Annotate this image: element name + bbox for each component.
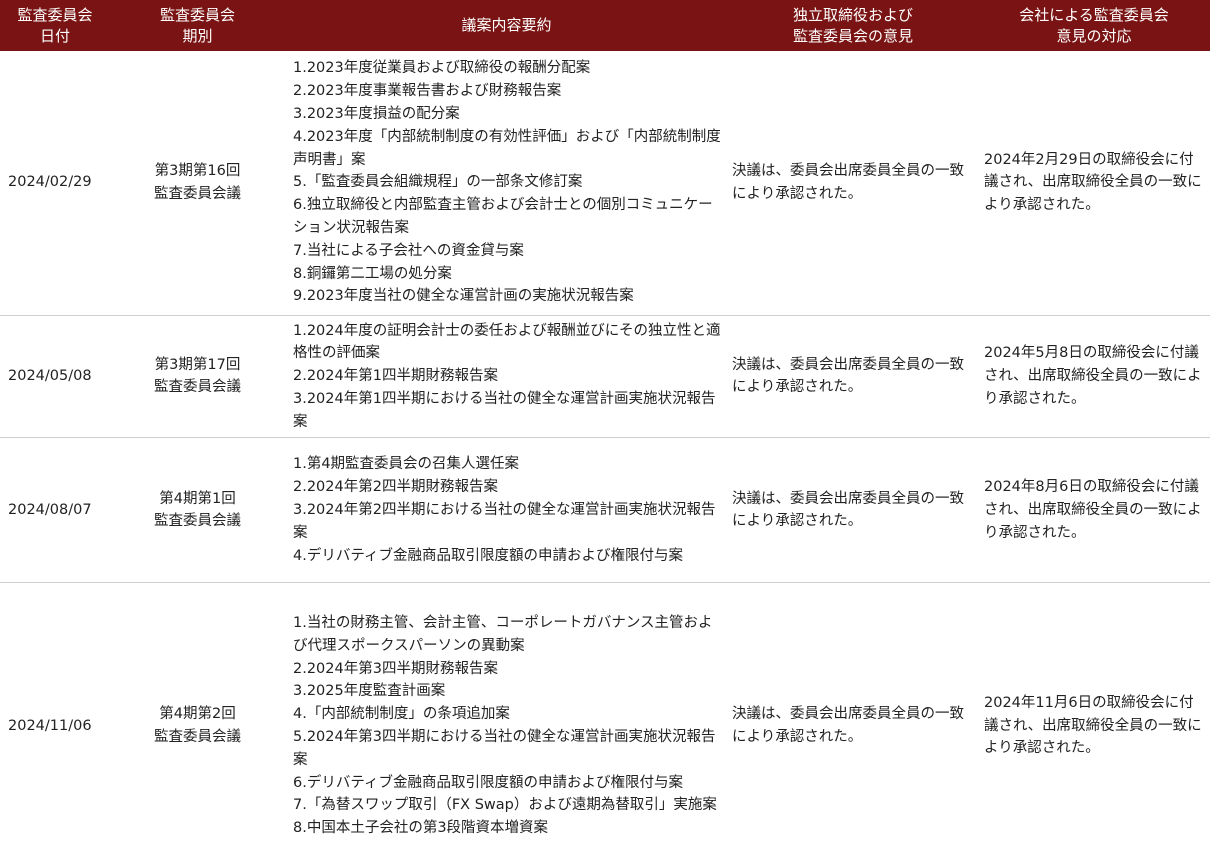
meeting-date: 2024/05/08 <box>0 315 110 439</box>
header-opinion: 独立取締役および 監査委員会の意見 <box>728 0 978 51</box>
committee-opinion: 決議は、委員会出席委員全員の一致により承認された。 <box>728 315 978 439</box>
agenda-item: 8.中国本土子会社の第3段階資本増資案 <box>293 820 549 837</box>
header-response-line1: 会社による監査委員会 <box>1019 5 1169 24</box>
header-opinion-line1: 独立取締役および <box>792 5 913 24</box>
committee-opinion: 決議は、委員会出席委員全員の一致により承認された。 <box>728 51 978 316</box>
agenda-item: 7.当社による子会社への資金貸与案 <box>293 242 524 259</box>
company-response: 2024年2月29日の取締役会に付議され、出席取締役全員の一致により承認された。 <box>978 51 1210 316</box>
agenda-summary: 1.2023年度従業員および取締役の報酬分配案 2.2023年度事業報告書および… <box>285 51 728 316</box>
meeting-period-line1: 第3期第17回 <box>154 356 241 373</box>
meeting-period: 第4期第1回 監査委員会議 <box>110 437 285 584</box>
meeting-period: 第3期第16回 監査委員会議 <box>110 51 285 316</box>
agenda-item: 4.「内部統制制度」の条項追加案 <box>293 706 510 723</box>
company-response: 2024年8月6日の取締役会に付議され、出席取締役全員の一致により承認された。 <box>978 437 1210 584</box>
agenda-item: 5.「監査委員会組織規程」の一部条文修訂案 <box>293 174 583 191</box>
meeting-date: 2024/08/07 <box>0 437 110 584</box>
header-date-line2: 日付 <box>39 26 70 45</box>
table-row: 2024/08/07 第4期第1回 監査委員会議 1.第4期監査委員会の召集人選… <box>0 437 1210 584</box>
agenda-item: 2.2024年第1四半期財務報告案 <box>293 368 498 385</box>
meeting-date: 2024/02/29 <box>0 51 110 316</box>
header-response: 会社による監査委員会 意見の対応 <box>978 0 1210 51</box>
meeting-period-line2: 監査委員会議 <box>154 185 241 202</box>
agenda-item: 1.当社の財務主管、会計主管、コーポレートガバナンス主管および代理スポークスパー… <box>293 615 713 654</box>
agenda-summary: 1.当社の財務主管、会計主管、コーポレートガバナンス主管および代理スポークスパー… <box>285 582 728 868</box>
header-row: 監査委員会 日付 監査委員会 期別 議案内容要約 独立取締役および 監査委員会の… <box>0 0 1210 51</box>
agenda-item: 2.2024年第2四半期財務報告案 <box>293 479 498 496</box>
agenda-item: 5.2024年第3四半期における当社の健全な運営計画実施状況報告案 <box>293 728 716 768</box>
meeting-period-line1: 第4期第2回 <box>159 706 236 723</box>
agenda-summary: 1.第4期監査委員会の召集人選任案 2.2024年第2四半期財務報告案 3.20… <box>285 437 728 584</box>
agenda-item: 4.2023年度「内部統制制度の有効性評価」および「内部統制制度声明書」案 <box>293 128 721 168</box>
agenda-item: 3.2024年第1四半期における当社の健全な運営計画実施状況報告案 <box>293 390 716 430</box>
agenda-item: 3.2025年度監査計画案 <box>293 683 446 700</box>
agenda-item: 1.2023年度従業員および取締役の報酬分配案 <box>293 60 591 77</box>
meeting-period-line1: 第3期第16回 <box>154 162 241 179</box>
agenda-item: 3.2023年度損益の配分案 <box>293 105 460 122</box>
meeting-period: 第4期第2回 監査委員会議 <box>110 582 285 868</box>
header-period-line2: 期別 <box>182 26 213 45</box>
agenda-item: 9.2023年度当社の健全な運営計画の実施状況報告案 <box>293 288 634 305</box>
meeting-period-line2: 監査委員会議 <box>154 728 241 745</box>
table-row: 2024/05/08 第3期第17回 監査委員会議 1.2024年度の証明会計士… <box>0 315 1210 439</box>
table-body: 2024/02/29 第3期第16回 監査委員会議 1.2023年度従業員および… <box>0 51 1210 868</box>
table-row: 2024/11/06 第4期第2回 監査委員会議 1.当社の財務主管、会計主管、… <box>0 582 1210 868</box>
table-header: 監査委員会 日付 監査委員会 期別 議案内容要約 独立取締役および 監査委員会の… <box>0 0 1210 51</box>
agenda-item: 4.デリバティブ金融商品取引限度額の申請および権限付与案 <box>293 547 683 564</box>
header-period: 監査委員会 期別 <box>110 0 285 51</box>
agenda-summary: 1.2024年度の証明会計士の委任および報酬並びにその独立性と適格性の評価案 2… <box>285 315 728 439</box>
agenda-item: 2.2023年度事業報告書および財務報告案 <box>293 83 562 100</box>
header-date-line1: 監査委員会 <box>17 5 93 24</box>
agenda-item: 3.2024年第2四半期における当社の健全な運営計画実施状況報告案 <box>293 502 716 541</box>
company-response: 2024年5月8日の取締役会に付議され、出席取締役全員の一致により承認された。 <box>978 315 1210 439</box>
agenda-item: 7.「為替スワップ取引（FX Swap）および遠期為替取引」実施案 <box>293 797 717 814</box>
meeting-period-line2: 監査委員会議 <box>154 513 241 530</box>
header-agenda-line1: 議案内容要約 <box>461 16 552 34</box>
meeting-period-line2: 監査委員会議 <box>154 379 241 396</box>
agenda-item: 1.第4期監査委員会の召集人選任案 <box>293 456 520 473</box>
meeting-date: 2024/11/06 <box>0 582 110 868</box>
meeting-period-line1: 第4期第1回 <box>159 490 236 507</box>
header-response-line2: 意見の対応 <box>1056 26 1132 45</box>
audit-committee-table: 監査委員会 日付 監査委員会 期別 議案内容要約 独立取締役および 監査委員会の… <box>0 0 1210 868</box>
agenda-item: 6.デリバティブ金融商品取引限度額の申請および権限付与案 <box>293 774 683 791</box>
committee-opinion: 決議は、委員会出席委員全員の一致により承認された。 <box>728 437 978 584</box>
header-agenda: 議案内容要約 <box>285 0 728 51</box>
header-period-line1: 監査委員会 <box>159 5 235 24</box>
table-row: 2024/02/29 第3期第16回 監査委員会議 1.2023年度従業員および… <box>0 51 1210 316</box>
committee-opinion: 決議は、委員会出席委員全員の一致により承認された。 <box>728 582 978 868</box>
company-response: 2024年11月6日の取締役会に付議され、出席取締役全員の一致により承認された。 <box>978 582 1210 868</box>
header-date: 監査委員会 日付 <box>0 0 110 51</box>
meeting-period: 第3期第17回 監査委員会議 <box>110 315 285 439</box>
agenda-item: 2.2024年第3四半期財務報告案 <box>293 660 498 677</box>
agenda-item: 8.銅鑼第二工場の処分案 <box>293 265 452 282</box>
agenda-item: 1.2024年度の証明会計士の委任および報酬並びにその独立性と適格性の評価案 <box>293 322 721 362</box>
header-opinion-line2: 監査委員会の意見 <box>792 26 913 45</box>
agenda-item: 6.独立取締役と内部監査主管および会計士との個別コミュニケーション状況報告案 <box>293 197 713 236</box>
